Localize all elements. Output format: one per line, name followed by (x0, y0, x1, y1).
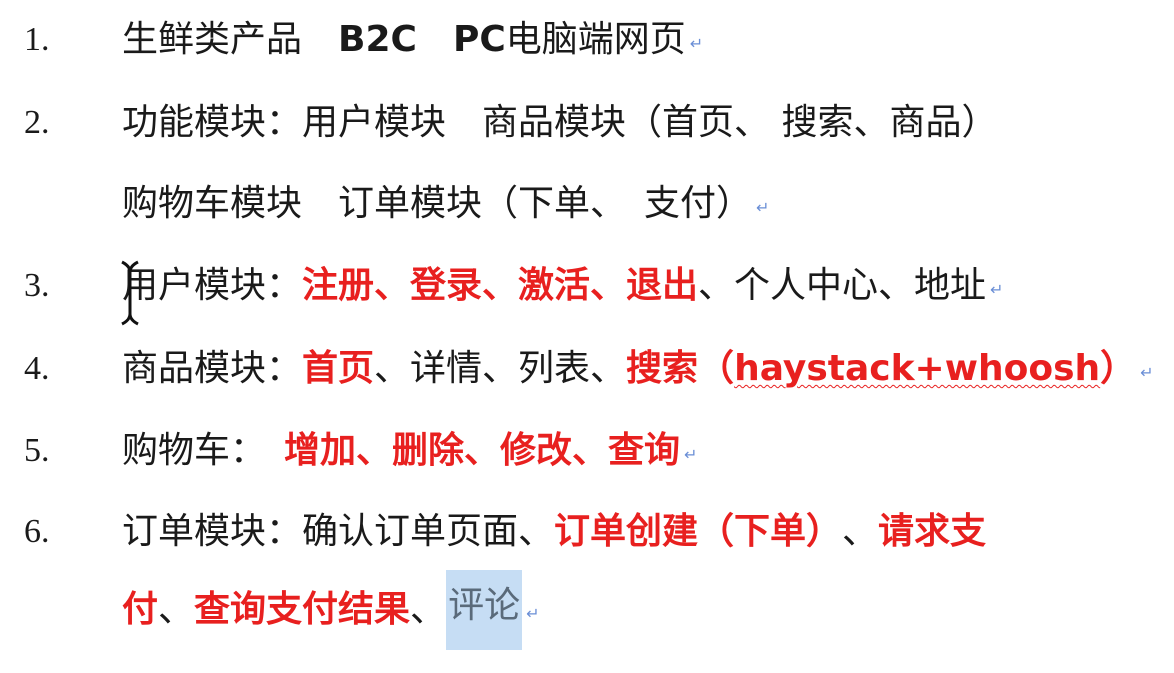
text-run: 购物车模块 订单模块（下单、 支付） (122, 183, 753, 224)
text-run: 、 (842, 511, 879, 552)
paragraph-mark-icon: ↵ (526, 604, 540, 623)
text-run-red: 付 (122, 589, 159, 630)
list-text[interactable]: 订单模块：确认订单页面、 订单创建（下单） 、 请求支 (122, 502, 986, 562)
list-text[interactable]: 付 、 查询支付结果 、 评论 ↵ (122, 570, 539, 650)
list-number: 4. (24, 350, 50, 387)
list-number: 6. (24, 513, 50, 550)
text-run-red: 订单创建（下单） (554, 511, 843, 552)
paragraph-mark-icon: ↵ (1140, 363, 1154, 382)
list-text[interactable]: 用户模块： 注册、登录、激活、退出 、个人中心、地址 ↵ (122, 256, 1003, 316)
document-page: 1. 生鲜类产品 B2C PC 电脑端网页 ↵ 2. 功能模块：用户模块 商品模… (0, 0, 1174, 673)
paragraph-mark-icon: ↵ (756, 198, 770, 217)
list-text[interactable]: 购物车： 增加、删除、修改、查询 ↵ (122, 421, 697, 481)
text-run (417, 10, 453, 70)
text-run: 生鲜类产品 (122, 19, 339, 60)
list-text[interactable]: 商品模块： 首页 、详情、列表、 搜索（ haystack+whoosh ） ↵ (122, 339, 1154, 399)
list-number: 1. (24, 21, 50, 58)
text-run-red: 请求支 (878, 511, 987, 552)
list-number: 3. (24, 267, 50, 304)
list-text[interactable]: 功能模块：用户模块 商品模块（首页、 搜索、商品） (122, 93, 997, 153)
text-run-red: 注册、登录、激活、退出 (302, 265, 699, 306)
text-run: PC (452, 19, 506, 60)
text-run: B2C (338, 19, 417, 60)
text-run: 、 (410, 589, 447, 630)
text-run-red: 查询支付结果 (194, 589, 411, 630)
text-run-red: ） (1100, 348, 1137, 389)
paragraph-mark-icon: ↵ (684, 445, 698, 464)
list-text[interactable]: 购物车模块 订单模块（下单、 支付） ↵ (122, 174, 769, 234)
text-run-red: 搜索（ (626, 348, 735, 389)
paragraph-mark-icon: ↵ (990, 280, 1004, 299)
text-run-red: 增加、删除、修改、查询 (284, 430, 681, 471)
list-number: 5. (24, 432, 50, 469)
list-number: 2. (24, 104, 50, 141)
text-run: 、详情、列表、 (374, 348, 627, 389)
paragraph-mark-icon: ↵ (689, 34, 704, 53)
text-run-red-spellcheck[interactable]: haystack+whoosh (734, 339, 1100, 399)
text-run: 、 (158, 589, 195, 630)
text-run: 购物车： (122, 430, 285, 471)
text-run: 功能模块：用户模块 商品模块（首页、 搜索、商品） (122, 102, 998, 143)
selected-text[interactable]: 评论 (446, 570, 523, 650)
list-text[interactable]: 生鲜类产品 B2C PC 电脑端网页 ↵ (122, 10, 703, 70)
text-run: 订单模块：确认订单页面、 (122, 511, 555, 552)
text-cursor-icon (121, 260, 139, 326)
text-run: 用户模块： (122, 265, 303, 306)
text-run-red: 首页 (302, 348, 375, 389)
text-run: 、个人中心、地址 (698, 265, 987, 306)
text-run: 商品模块： (122, 348, 303, 389)
text-run: 电脑端网页 (505, 19, 686, 60)
